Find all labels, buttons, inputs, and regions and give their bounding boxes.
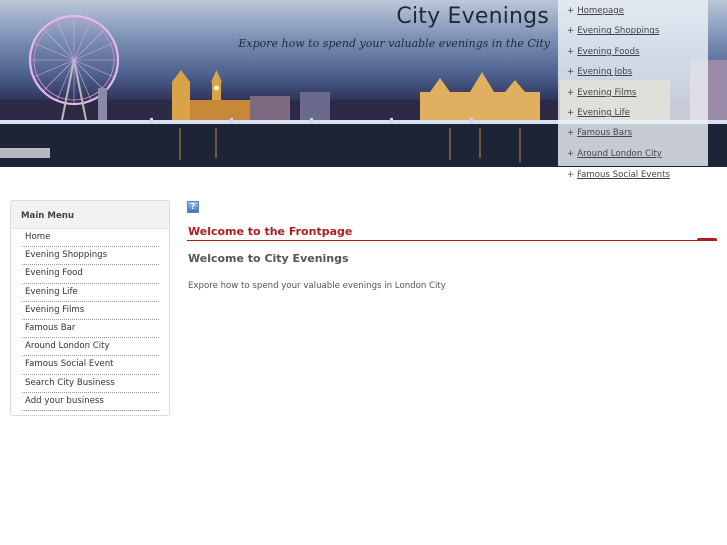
- link-bullet: +: [567, 128, 575, 139]
- top-link-famous-social-events: + Famous Social Events: [567, 170, 670, 180]
- help-icon[interactable]: ?: [187, 201, 199, 213]
- link-bullet: +: [567, 87, 575, 98]
- menu-link-add-your-business[interactable]: Add your business: [25, 396, 104, 406]
- section-heading: Welcome to the Frontpage: [188, 225, 353, 238]
- link-bullet: +: [567, 26, 575, 37]
- main-menu-list: Home Evening Shoppings Evening Food Even…: [11, 229, 169, 411]
- menu-link-famous-social-event[interactable]: Famous Social Event: [25, 359, 114, 369]
- menu-item-evening-life: Evening Life: [22, 284, 159, 302]
- site-tagline: Expore how to spend your valuable evenin…: [238, 37, 550, 50]
- top-link-evening-films: + Evening Films: [558, 88, 708, 108]
- top-link-famous-bars: + Famous Bars: [558, 128, 708, 148]
- top-link-evening-life: + Evening Life: [558, 108, 708, 128]
- menu-item-evening-shoppings: Evening Shoppings: [22, 247, 159, 266]
- site-title: City Evenings: [396, 4, 549, 29]
- top-link-around-london-city-anchor[interactable]: Around London City: [577, 149, 662, 159]
- menu-link-evening-shoppings[interactable]: Evening Shoppings: [25, 250, 107, 260]
- main-menu-heading: Main Menu: [11, 201, 169, 229]
- heading-divider-tab: [697, 238, 717, 241]
- link-bullet: +: [567, 6, 575, 16]
- menu-item-around-london-city: Around London City: [22, 338, 159, 357]
- main-menu: Main Menu Home Evening Shoppings Evening…: [10, 200, 170, 416]
- link-bullet: +: [567, 46, 575, 57]
- top-link-famous-social-events-anchor[interactable]: Famous Social Events: [577, 170, 670, 180]
- top-link-evening-films-anchor[interactable]: Evening Films: [577, 88, 636, 98]
- top-link-famous-bars-anchor[interactable]: Famous Bars: [577, 128, 632, 138]
- menu-item-add-your-business: Add your business: [22, 393, 159, 411]
- top-link-evening-shoppings: + Evening Shoppings: [558, 26, 708, 46]
- article-title: Welcome to City Evenings: [188, 252, 349, 265]
- menu-link-around-london-city[interactable]: Around London City: [25, 341, 110, 351]
- menu-item-search-city-business: Search City Business: [22, 375, 159, 393]
- top-link-homepage: + Homepage: [558, 6, 708, 26]
- menu-item-home: Home: [22, 229, 159, 248]
- top-link-homepage-anchor[interactable]: Homepage: [577, 6, 624, 16]
- menu-link-evening-food[interactable]: Evening Food: [25, 268, 83, 278]
- top-link-evening-life-anchor[interactable]: Evening Life: [577, 108, 630, 118]
- top-link-around-london-city: + Around London City: [558, 149, 708, 167]
- menu-link-evening-life[interactable]: Evening Life: [25, 287, 78, 297]
- top-link-evening-foods-anchor[interactable]: Evening Foods: [577, 47, 639, 57]
- menu-item-evening-food: Evening Food: [22, 265, 159, 284]
- menu-item-famous-bar: Famous Bar: [22, 320, 159, 339]
- top-link-evening-jobs-anchor[interactable]: Evening Jobs: [577, 67, 632, 77]
- link-bullet: +: [567, 170, 575, 180]
- link-bullet: +: [567, 148, 575, 159]
- heading-divider: [187, 240, 717, 241]
- menu-link-evening-films[interactable]: Evening Films: [25, 305, 84, 315]
- article-text: Expore how to spend your valuable evenin…: [188, 281, 446, 291]
- top-links-panel: + Homepage + Evening Shoppings + Evening Fo…: [558, 0, 708, 166]
- link-bullet: +: [567, 107, 575, 118]
- top-link-evening-shoppings-anchor[interactable]: Evening Shoppings: [577, 26, 659, 36]
- link-bullet: +: [567, 67, 575, 78]
- menu-link-famous-bar[interactable]: Famous Bar: [25, 323, 75, 333]
- header-banner: City Evenings Expore how to spend your v…: [0, 0, 727, 167]
- menu-link-search-city-business[interactable]: Search City Business: [25, 378, 115, 388]
- top-link-evening-jobs: + Evening Jobs: [558, 67, 708, 87]
- top-link-evening-foods: + Evening Foods: [558, 47, 708, 67]
- menu-link-home[interactable]: Home: [25, 232, 50, 242]
- menu-item-evening-films: Evening Films: [22, 302, 159, 320]
- menu-item-famous-social-event: Famous Social Event: [22, 356, 159, 375]
